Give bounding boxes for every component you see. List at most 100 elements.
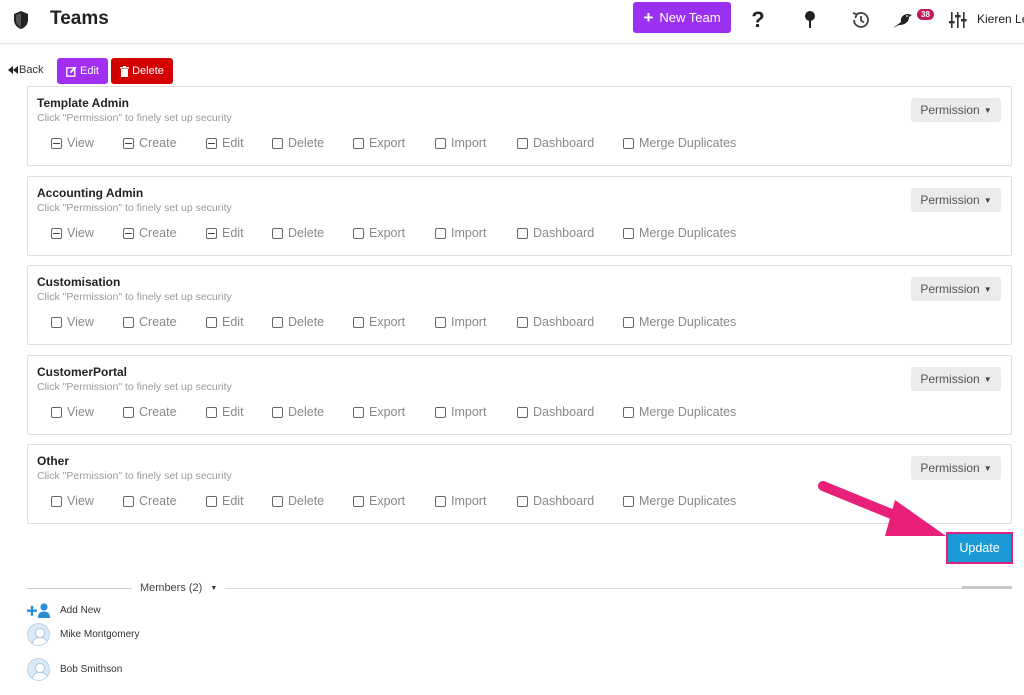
permission-checkbox-dashboard[interactable]: Dashboard	[517, 405, 594, 419]
checkbox[interactable]	[206, 406, 217, 418]
checkbox[interactable]	[51, 406, 62, 418]
permission-checkbox-create[interactable]: Create	[123, 405, 177, 419]
permission-checkbox-view[interactable]: View	[51, 405, 94, 419]
permission-checkbox-create[interactable]: Create	[123, 494, 177, 508]
permission-checkbox-view[interactable]: View	[51, 136, 94, 150]
permission-checkbox-merge-duplicates[interactable]: Merge Duplicates	[623, 226, 736, 240]
permission-checkbox-delete[interactable]: Delete	[272, 136, 324, 150]
permission-checkbox-merge-duplicates[interactable]: Merge Duplicates	[623, 405, 736, 419]
permission-checkbox-create[interactable]: Create	[123, 226, 177, 240]
permission-checkbox-export[interactable]: Export	[353, 405, 405, 419]
checkbox[interactable]	[272, 406, 283, 418]
permission-checkbox-import[interactable]: Import	[435, 226, 486, 240]
permission-checkbox-export[interactable]: Export	[353, 226, 405, 240]
checkbox[interactable]	[123, 406, 134, 418]
checkbox[interactable]	[517, 137, 528, 149]
question-icon[interactable]: ?	[745, 7, 771, 33]
add-member-button[interactable]: Add New	[27, 603, 101, 618]
permission-button[interactable]: Permission ▼	[911, 367, 1001, 391]
permission-checkbox-import[interactable]: Import	[435, 315, 486, 329]
checkbox[interactable]	[353, 495, 364, 507]
permission-checkbox-edit[interactable]: Edit	[206, 405, 244, 419]
checkbox[interactable]	[623, 495, 634, 507]
checkbox[interactable]	[435, 495, 446, 507]
checkbox[interactable]	[623, 227, 634, 239]
member-row[interactable]: Bob Smithson	[27, 658, 122, 681]
checkbox[interactable]	[517, 316, 528, 328]
permission-checkbox-delete[interactable]: Delete	[272, 494, 324, 508]
checkbox[interactable]	[51, 495, 62, 507]
history-icon[interactable]	[848, 7, 874, 33]
permission-checkbox-dashboard[interactable]: Dashboard	[517, 494, 594, 508]
checkbox[interactable]	[206, 137, 217, 149]
checkbox[interactable]	[435, 316, 446, 328]
checkbox[interactable]	[206, 495, 217, 507]
bird-icon[interactable]	[890, 7, 916, 33]
permission-checkbox-dashboard[interactable]: Dashboard	[517, 136, 594, 150]
permission-checkbox-edit[interactable]: Edit	[206, 226, 244, 240]
permission-button[interactable]: Permission ▼	[911, 277, 1001, 301]
permission-checkbox-export[interactable]: Export	[353, 136, 405, 150]
checkbox[interactable]	[123, 227, 134, 239]
back-button[interactable]: Back	[8, 64, 43, 76]
permission-button[interactable]: Permission ▼	[911, 188, 1001, 212]
permission-checkbox-view[interactable]: View	[51, 494, 94, 508]
delete-button[interactable]: Delete	[111, 58, 173, 84]
permission-checkbox-create[interactable]: Create	[123, 315, 177, 329]
permission-checkbox-edit[interactable]: Edit	[206, 315, 244, 329]
checkbox[interactable]	[435, 406, 446, 418]
checkbox[interactable]	[123, 495, 134, 507]
checkbox[interactable]	[435, 137, 446, 149]
permission-button[interactable]: Permission ▼	[911, 98, 1001, 122]
permission-checkbox-view[interactable]: View	[51, 226, 94, 240]
checkbox[interactable]	[272, 316, 283, 328]
permission-checkbox-export[interactable]: Export	[353, 315, 405, 329]
permission-checkbox-export[interactable]: Export	[353, 494, 405, 508]
checkbox[interactable]	[353, 137, 364, 149]
checkbox[interactable]	[623, 316, 634, 328]
permission-checkbox-delete[interactable]: Delete	[272, 315, 324, 329]
members-toggle[interactable]: Members (2) ▼	[140, 582, 217, 594]
permission-checkbox-delete[interactable]: Delete	[272, 226, 324, 240]
permission-checkbox-import[interactable]: Import	[435, 136, 486, 150]
permission-button[interactable]: Permission ▼	[911, 456, 1001, 480]
permission-checkbox-edit[interactable]: Edit	[206, 136, 244, 150]
checkbox[interactable]	[123, 316, 134, 328]
sliders-icon[interactable]	[945, 7, 971, 33]
checkbox[interactable]	[353, 227, 364, 239]
checkbox[interactable]	[623, 406, 634, 418]
checkbox[interactable]	[206, 316, 217, 328]
permission-checkbox-edit[interactable]: Edit	[206, 494, 244, 508]
permission-checkbox-dashboard[interactable]: Dashboard	[517, 315, 594, 329]
checkbox[interactable]	[353, 406, 364, 418]
edit-button[interactable]: Edit	[57, 58, 108, 84]
checkbox[interactable]	[206, 227, 217, 239]
permission-checkbox-delete[interactable]: Delete	[272, 405, 324, 419]
permission-checkbox-import[interactable]: Import	[435, 405, 486, 419]
checkbox[interactable]	[517, 495, 528, 507]
new-team-button[interactable]: + New Team	[633, 2, 731, 33]
user-name[interactable]: Kieren Le	[977, 12, 1024, 26]
permission-checkbox-view[interactable]: View	[51, 315, 94, 329]
checkbox[interactable]	[353, 316, 364, 328]
member-row[interactable]: Mike Montgomery	[27, 623, 139, 646]
checkbox[interactable]	[51, 316, 62, 328]
permission-checkbox-dashboard[interactable]: Dashboard	[517, 226, 594, 240]
checkbox[interactable]	[51, 227, 62, 239]
checkbox[interactable]	[435, 227, 446, 239]
checkbox[interactable]	[272, 137, 283, 149]
pin-icon[interactable]	[797, 7, 823, 33]
checkbox[interactable]	[51, 137, 62, 149]
checkbox[interactable]	[272, 495, 283, 507]
checkbox[interactable]	[517, 227, 528, 239]
permission-checkbox-merge-duplicates[interactable]: Merge Duplicates	[623, 315, 736, 329]
permission-checkbox-create[interactable]: Create	[123, 136, 177, 150]
permission-checkbox-merge-duplicates[interactable]: Merge Duplicates	[623, 136, 736, 150]
checkbox[interactable]	[623, 137, 634, 149]
checkbox[interactable]	[272, 227, 283, 239]
permission-checkbox-import[interactable]: Import	[435, 494, 486, 508]
permission-checkbox-merge-duplicates[interactable]: Merge Duplicates	[623, 494, 736, 508]
checkbox[interactable]	[517, 406, 528, 418]
checkbox[interactable]	[123, 137, 134, 149]
update-button[interactable]: Update	[948, 534, 1011, 562]
